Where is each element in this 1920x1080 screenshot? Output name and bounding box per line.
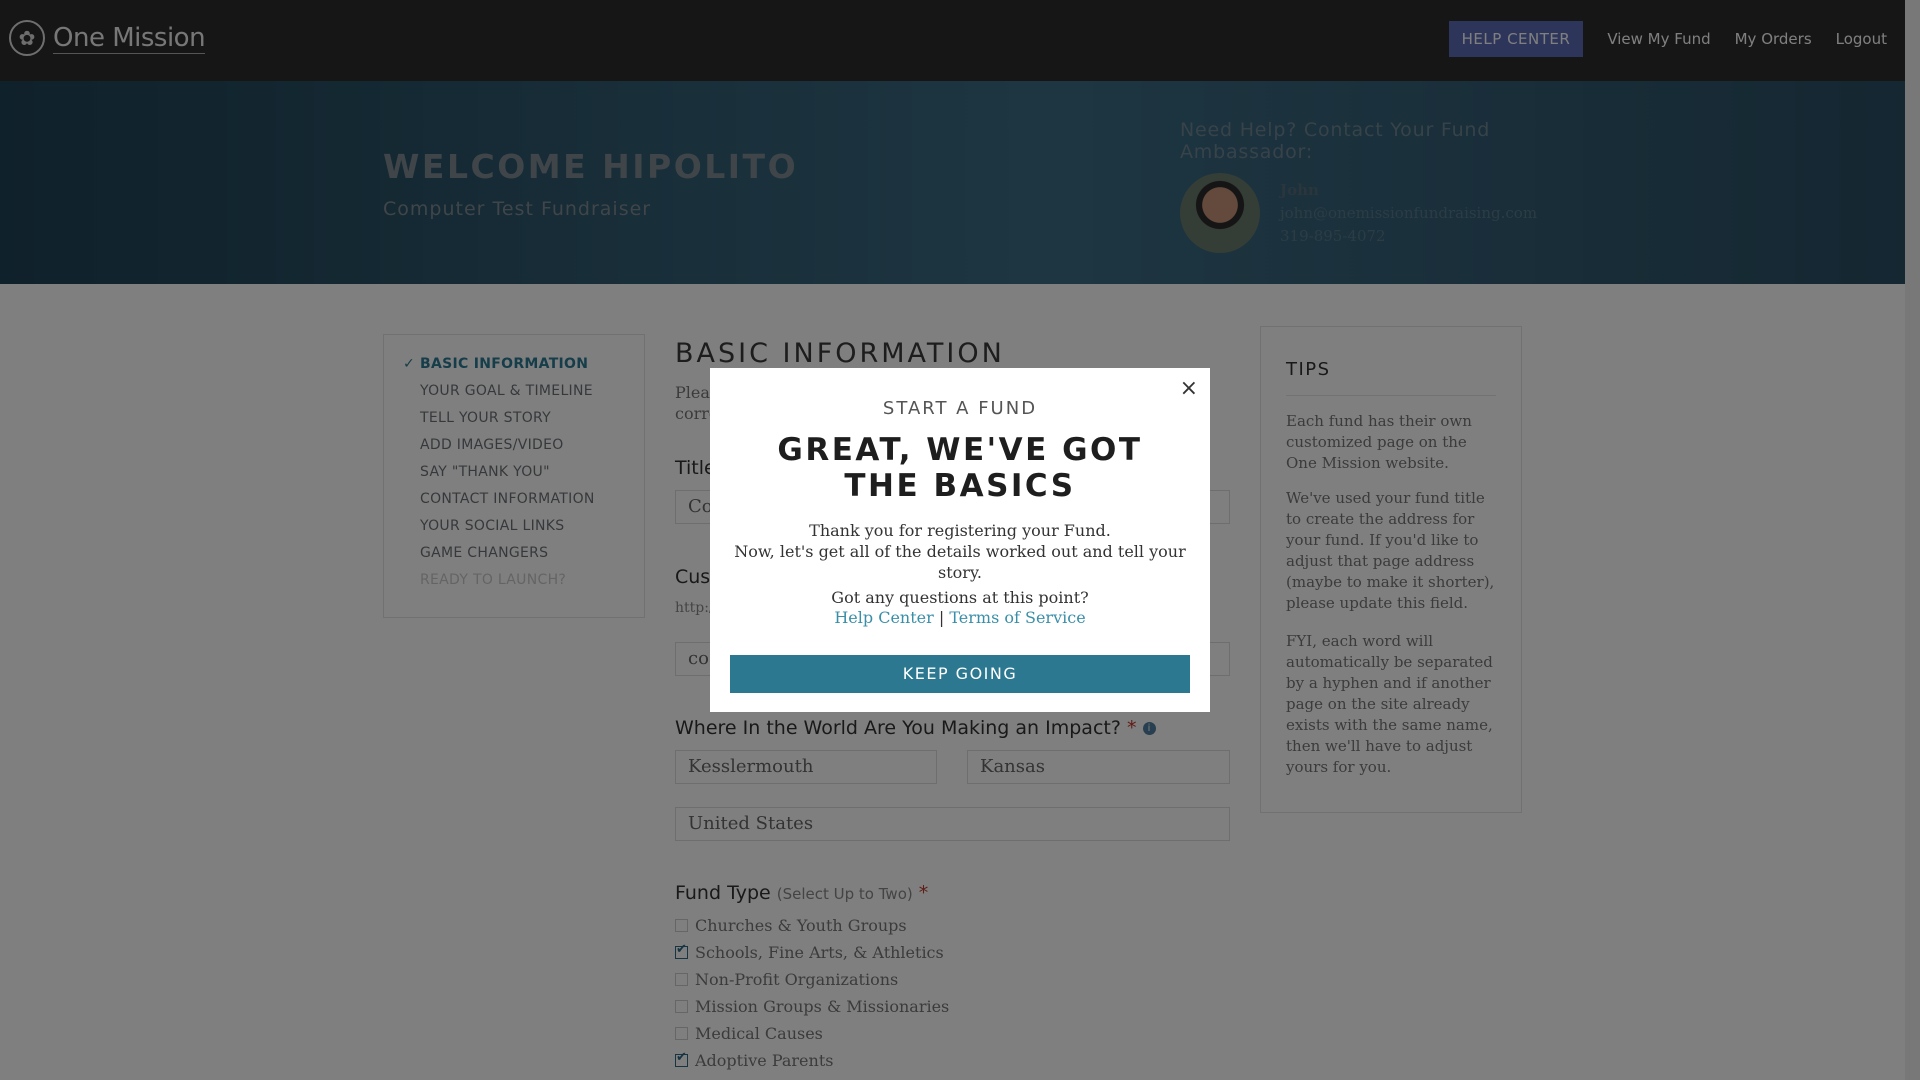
modal-overlay[interactable]: × START A FUND GREAT, WE'VE GOT THE BASI… — [0, 0, 1920, 1080]
modal-body-line-2: Now, let's get all of the details worked… — [734, 542, 1186, 582]
terms-of-service-link[interactable]: Terms of Service — [949, 608, 1085, 627]
keep-going-button[interactable]: KEEP GOING — [730, 655, 1190, 693]
modal-body: Thank you for registering your Fund. Now… — [720, 520, 1200, 583]
modal-kicker: START A FUND — [882, 398, 1038, 419]
modal-questions: Got any questions at this point? — [831, 588, 1089, 607]
modal-body-line-1: Thank you for registering your Fund. — [809, 521, 1111, 540]
start-fund-modal: × START A FUND GREAT, WE'VE GOT THE BASI… — [710, 368, 1210, 712]
modal-headline: GREAT, WE'VE GOT THE BASICS — [777, 432, 1143, 504]
help-center-link[interactable]: Help Center — [834, 608, 933, 627]
link-separator: | — [938, 608, 945, 627]
modal-links: Help Center | Terms of Service — [710, 608, 1210, 627]
